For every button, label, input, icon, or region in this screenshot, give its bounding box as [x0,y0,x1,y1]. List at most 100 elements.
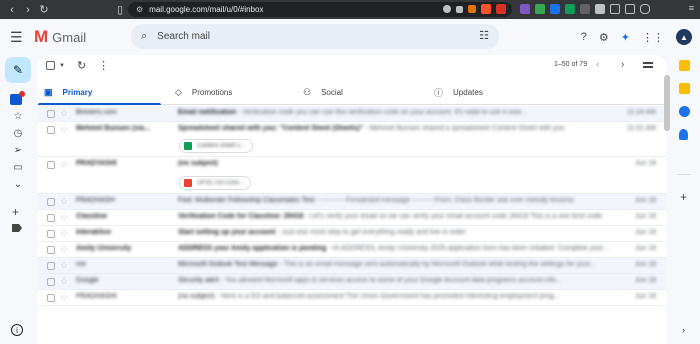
menu-icon[interactable]: ≡ [689,3,694,13]
hide-panel-icon[interactable]: › [682,325,685,335]
tab-updates[interactable]: ⓘ Updates [434,80,483,105]
row-checkbox[interactable] [47,161,55,169]
email-row[interactable]: ☆ Amity University ADDRESS your Amity ap… [38,242,666,258]
extension-icon[interactable] [535,4,545,14]
row-checkbox[interactable] [47,294,55,302]
email-date: Jun 18 [634,293,656,300]
star-icon[interactable]: ☆ [60,260,68,271]
keep-icon[interactable] [679,83,690,94]
mail-list-panel: ▼ ↻ ⋮ 1–50 of 79 ‹ › ▣ Primary ◇ Promoti… [38,55,666,344]
label-icon[interactable] [12,224,22,232]
sidebar-icon[interactable] [610,4,620,14]
extension-icon[interactable] [550,4,560,14]
split-pane-icon[interactable] [643,62,653,68]
row-checkbox[interactable] [47,198,55,206]
tab-promotions[interactable]: ◇ Promotions [175,80,232,105]
wallet-icon[interactable] [625,4,635,14]
sheets-icon [184,142,192,150]
more-options-icon[interactable]: ⋮ [98,59,109,72]
extension-icon[interactable] [565,4,575,14]
select-dropdown-icon[interactable]: ▼ [59,63,65,69]
tasks-icon[interactable] [679,106,690,117]
email-row[interactable]: ☆ PRADYASHI (no subject) Jun 18 UPSC GS … [38,157,666,194]
forward-icon[interactable]: › [20,4,36,16]
row-checkbox[interactable] [47,246,55,254]
row-checkbox[interactable] [47,278,55,286]
star-icon[interactable]: ☆ [60,108,68,119]
row-checkbox[interactable] [47,262,55,270]
search-input[interactable]: Search mail [157,31,210,42]
sidebar-item-snoozed[interactable]: ◷ [10,128,26,139]
search-bar[interactable]: ⌕ Search mail ☷ [131,24,499,49]
email-date: Jun 18 [634,229,656,236]
select-all-checkbox[interactable] [46,61,55,70]
row-checkbox[interactable] [47,126,55,134]
tab-social[interactable]: ⚇ Social [303,80,343,105]
attachment-chip[interactable]: Content Sheet 1... [179,139,254,153]
compose-button[interactable]: ✎ [5,57,31,83]
search-icon[interactable]: ⌕ [141,30,147,43]
bookmark-icon[interactable]: ▯ [112,3,128,16]
email-preview: - Here is a GS and balanced assessment T… [214,293,560,300]
help-icon[interactable]: ? [581,31,587,43]
email-row[interactable]: ☆ Google Security alert - You allowed Mi… [38,274,666,290]
tab-label: Primary [62,88,93,97]
email-row[interactable]: ☆ Mehmet Bunsen (via... Spreadsheet shar… [38,122,666,157]
contacts-icon[interactable] [679,129,688,140]
sidebar-item-more[interactable]: ⌄ [10,179,26,190]
category-tabs: ▣ Primary ◇ Promotions ⚇ Social ⓘ Update… [38,80,666,105]
email-row[interactable]: ☆ Classtine Verification Code for Classt… [38,210,666,226]
sidebar-item-starred[interactable]: ☆ [10,111,26,122]
brave-rewards-icon[interactable] [496,4,506,14]
sidebar-item-sent[interactable]: ➢ [10,145,26,156]
eye-icon[interactable] [443,5,451,13]
star-icon[interactable]: ☆ [60,159,68,170]
add-label-icon[interactable]: + [12,205,19,219]
prev-page-icon[interactable]: ‹ [596,59,599,70]
site-info-icon[interactable]: ⚙ [136,5,143,14]
email-row[interactable]: ☆ PRADHASH Fwd: Multiorder Fellowship Cl… [38,194,666,210]
star-icon[interactable]: ☆ [60,196,68,207]
attachment-chip[interactable]: UPSC GS Cour... [179,176,252,190]
scrollbar-thumb[interactable] [664,75,670,131]
refresh-icon[interactable]: ↻ [77,59,86,72]
next-page-icon[interactable]: › [621,59,624,70]
email-row[interactable]: ☆ me Microsoft Outlook Test Message - Th… [38,258,666,274]
share-icon[interactable] [456,6,463,13]
star-icon[interactable]: ☆ [60,244,68,255]
support-icon[interactable]: i [11,324,23,336]
star-icon[interactable]: ☆ [60,228,68,239]
address-bar[interactable]: ⚙ mail.google.com/mail/u/0/#inbox [128,2,512,17]
search-options-icon[interactable]: ☷ [479,29,489,42]
row-checkbox[interactable] [47,110,55,118]
row-checkbox[interactable] [47,230,55,238]
email-row[interactable]: ☆ Brewers.com Email notification - Verif… [38,106,666,122]
gmail-logo[interactable]: M Gmail [34,27,86,47]
settings-icon[interactable]: ⚙ [599,31,609,44]
shield-icon[interactable] [640,4,650,14]
email-row[interactable]: ☆ Interaktive Start setting up your acco… [38,226,666,242]
back-icon[interactable]: ‹ [4,4,20,16]
rss-icon[interactable] [468,5,476,13]
gemini-icon[interactable]: ✦ [621,31,630,44]
email-row[interactable]: ☆ PRADHASHI (no subject) - Here is a GS … [38,290,666,306]
extension-icon[interactable] [580,4,590,14]
brave-shield-icon[interactable] [481,4,491,14]
star-icon[interactable]: ☆ [60,212,68,223]
main-menu-icon[interactable]: ☰ [10,29,23,46]
get-addons-icon[interactable]: + [680,190,687,204]
star-icon[interactable]: ☆ [60,276,68,287]
star-icon[interactable]: ☆ [60,124,68,135]
calendar-icon[interactable] [679,60,690,71]
apps-grid-icon[interactable]: ⋮⋮ [642,31,664,44]
star-icon[interactable]: ☆ [60,292,68,303]
email-sender: Google [76,277,99,284]
puzzle-icon[interactable] [595,4,605,14]
extension-icon[interactable] [520,4,530,14]
avatar[interactable]: ▲ [676,29,692,45]
reload-icon[interactable]: ↻ [36,3,52,16]
sidebar-item-drafts[interactable]: ▭ [10,162,26,173]
sidebar-item-inbox[interactable] [10,91,26,105]
row-checkbox[interactable] [47,214,55,222]
tab-primary[interactable]: ▣ Primary [38,80,162,105]
